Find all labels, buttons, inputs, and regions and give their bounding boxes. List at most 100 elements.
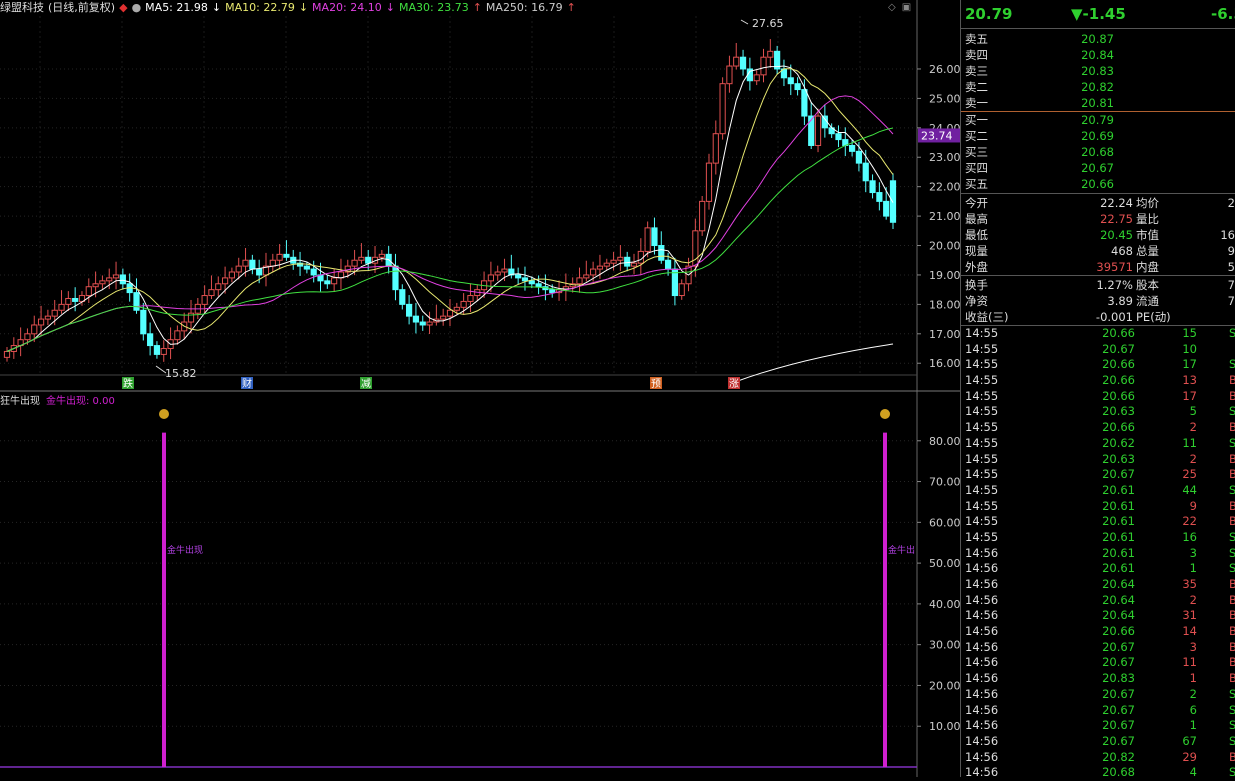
candle-body	[678, 283, 685, 297]
trade-row: 14:56 20.61 3 S	[961, 546, 1235, 562]
kline-chart-area[interactable]: 26.00 25.00 24.00 23.00 22.00 21.00 20.00 19.00…	[0, 0, 960, 777]
candle-body	[576, 277, 583, 285]
trade-row: 14:55 20.67 25 B	[961, 467, 1235, 483]
ma5-label: MA5: 21.98	[145, 1, 208, 14]
trade-side: B	[1229, 749, 1235, 764]
signal-label: 金牛出现	[167, 544, 203, 556]
price-tick-label: 20.00	[929, 240, 960, 253]
trade-volume: 29	[1182, 749, 1197, 764]
candle-body	[412, 315, 420, 323]
trade-row: 14:55 20.66 13 B	[961, 373, 1235, 389]
stat-label-right: 股本	[1136, 278, 1159, 292]
ask-row[interactable]: 卖二 20.82	[961, 79, 1235, 95]
candle-body	[610, 259, 617, 264]
candle-body	[426, 321, 433, 326]
candle-body	[242, 259, 249, 267]
price-change: ▼-1.45	[1071, 5, 1126, 23]
candle-body	[31, 324, 38, 335]
ask-row[interactable]: 卖五 20.87	[961, 31, 1235, 47]
indicator-tick-label: 50.00	[929, 557, 960, 570]
candle-body	[65, 297, 72, 305]
stat-label: 最高	[965, 212, 988, 226]
trade-side: B	[1229, 639, 1235, 654]
bid-row[interactable]: 买二 20.69	[961, 128, 1235, 144]
stat-label-right: PE(动)	[1136, 310, 1171, 324]
ma250-line	[734, 343, 894, 383]
trade-time: 14:55	[965, 373, 999, 388]
candle-body	[549, 289, 556, 294]
candle-body	[583, 274, 590, 279]
low-annotation: 15.82	[165, 367, 197, 380]
trade-price: 20.66	[1102, 326, 1135, 340]
candle-body	[515, 274, 522, 279]
period-label: (日线,前复权)	[48, 1, 116, 14]
stat-row: 现量 468 总量 9	[961, 243, 1235, 259]
trade-ticks[interactable]: 14:55 20.66 15 S 14:55 20.67 10 14:55 20.66 17 S 14…	[961, 326, 1235, 781]
trade-side: S	[1229, 733, 1235, 748]
trade-row: 14:55 20.63 2 B	[961, 452, 1235, 468]
ma-legend: 绿盟科技 (日线,前复权) ◆ ● MA5: 21.98 ↓ MA10: 22.7…	[0, 0, 576, 16]
settings-icon[interactable]: ●	[132, 0, 142, 16]
candle-body	[467, 295, 474, 302]
stat-label: 净资	[965, 294, 988, 308]
ask-price: 20.82	[1081, 80, 1114, 94]
trade-time: 14:55	[965, 341, 999, 356]
stats-block-1: 今开 22.24 均价 2 最高 22.75 量比 最低 20.45 市值 16 现量 468 总量 9 外盘…	[961, 194, 1235, 275]
stat-value-right: 16	[1220, 228, 1235, 242]
candle-body	[406, 303, 413, 317]
ask-row[interactable]: 卖一 20.81	[961, 95, 1235, 111]
candle-body	[849, 144, 856, 152]
stat-row: 今开 22.24 均价 2	[961, 195, 1235, 211]
stat-label: 今开	[965, 196, 988, 210]
current-price-tag-label: 23.74	[921, 129, 953, 142]
stat-row: 外盘 39571 内盘 5	[961, 259, 1235, 275]
diamond-icon[interactable]: ◇	[888, 2, 896, 13]
stat-value: 22.75	[1100, 212, 1133, 226]
trade-volume: 25	[1182, 467, 1197, 482]
candle-body	[92, 283, 99, 288]
stat-value: 20.45	[1100, 228, 1133, 242]
ask-price: 20.83	[1081, 64, 1114, 78]
candle-body	[85, 286, 92, 297]
candle-body	[855, 150, 863, 164]
candle-body	[767, 50, 774, 58]
window-icon[interactable]: ▣	[902, 2, 911, 13]
candle-body	[699, 200, 706, 232]
candle-body	[365, 256, 372, 264]
ask-row[interactable]: 卖四 20.84	[961, 47, 1235, 63]
trade-price: 20.67	[1102, 639, 1135, 654]
trade-price: 20.61	[1102, 561, 1135, 576]
candle-body	[228, 271, 236, 279]
stat-label: 外盘	[965, 260, 988, 274]
trade-side: B	[1229, 592, 1235, 607]
bid-label: 买二	[965, 129, 988, 143]
bid-row[interactable]: 买三 20.68	[961, 144, 1235, 160]
price-change-pct: -6.5	[1211, 5, 1235, 23]
ask-label: 卖四	[965, 48, 988, 62]
bid-row[interactable]: 买一 20.79	[961, 112, 1235, 128]
trade-row: 14:55 20.66 17 B	[961, 389, 1235, 405]
trade-side: S	[1229, 529, 1235, 544]
kline-svg[interactable]: 26.0025.0024.0023.0022.0021.0020.0019.00…	[0, 0, 960, 777]
candle-body	[215, 283, 222, 291]
trade-side: S	[1229, 686, 1235, 701]
bid-row[interactable]: 买四 20.67	[961, 160, 1235, 176]
trade-side: B	[1229, 671, 1235, 686]
trade-time: 14:56	[965, 765, 999, 780]
candle-body	[221, 277, 229, 285]
ma10-label: MA10: 22.79	[225, 1, 295, 14]
trade-row: 14:55 20.63 5 S	[961, 404, 1235, 420]
trade-volume: 1	[1189, 718, 1197, 733]
candle-body	[453, 306, 460, 311]
trade-row: 14:55 20.67 10	[961, 342, 1235, 358]
bid-row[interactable]: 买五 20.66	[961, 176, 1235, 192]
price-tick-label: 21.00	[929, 210, 960, 223]
trade-volume: 13	[1182, 373, 1197, 388]
trade-side: B	[1229, 514, 1235, 529]
stat-label: 收益(三)	[965, 310, 1009, 324]
trade-side: S	[1229, 702, 1235, 717]
bid-price: 20.66	[1081, 177, 1114, 191]
trade-time: 14:56	[965, 702, 999, 717]
bid-price: 20.67	[1081, 161, 1114, 175]
ask-row[interactable]: 卖三 20.83	[961, 63, 1235, 79]
